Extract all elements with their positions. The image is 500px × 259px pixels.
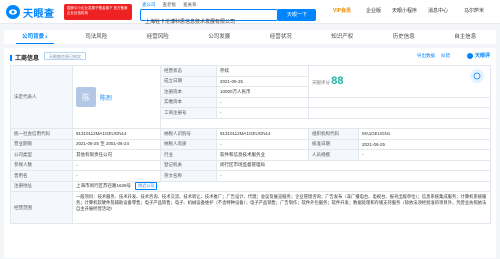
used-name-value: - (72, 170, 161, 182)
authority-label: 登记机关 (160, 159, 217, 171)
avatar: 陈 (76, 87, 96, 107)
insured-value: - (72, 159, 161, 171)
tab-intellectual-property[interactable]: 知识产权 (312, 30, 374, 44)
tax-id-label: 纳税人识别号 (160, 128, 217, 140)
address-label: 注册地址 (10, 180, 73, 192)
tab-judicial-risk[interactable]: 司法风险 (66, 30, 128, 44)
legal-rep-name[interactable]: 陈烈 (100, 93, 112, 102)
company-type-label: 公司类型 (10, 149, 73, 161)
blank-cell (307, 96, 492, 108)
found-date-value: 2021-06-25 (216, 75, 309, 87)
eye-icon (466, 52, 473, 59)
notice-banner[interactable]: 国家中小企业发展子基金旗下 官方备案企业征信机构 (64, 4, 132, 20)
industry-value: 软件和信息技术服务业 (216, 149, 309, 161)
approve-date-label: 核准日期 (308, 138, 359, 150)
taxpayer-label: 纳税人资质 (160, 138, 217, 150)
search-tab-company[interactable]: 查公司 (142, 2, 156, 8)
scope-label: 经营范围 (10, 191, 73, 224)
org-code-label: 组织机构代码 (308, 128, 359, 140)
term-value: 2021-06-25 至 2051-06-24 (72, 138, 161, 150)
nearby-companies-link[interactable]: 附近公司 (135, 182, 158, 191)
tax-id-value: 91310112MA1GEUGN14 (216, 128, 309, 140)
tianyan-brand-label: 天眼评 (474, 53, 490, 59)
english-name-label: 英文名称 (160, 170, 217, 182)
status-label: 经营状态 (160, 65, 217, 77)
mini-program-link[interactable]: 天眼小程序 (392, 7, 417, 14)
score-cell[interactable]: 天眼评分 88 (307, 65, 492, 98)
paid-capital-value: - (216, 96, 309, 108)
credit-code-label: 统一社会信用代码 (10, 128, 73, 140)
company-type-value: 其他有限责任公司 (72, 149, 161, 161)
found-date-label: 成立日期 (160, 75, 217, 87)
blank-row (159, 117, 492, 129)
staff-size-value: - (357, 149, 492, 161)
tab-operation-status[interactable]: 经营状况 (250, 30, 312, 44)
address-value: 上海市闵行区苏召路1628号 (76, 183, 132, 189)
export-button[interactable]: 导出数据 (417, 53, 435, 59)
score-value: 88 (331, 75, 344, 88)
status-value: 存续 (216, 65, 309, 77)
logo-text: 天眼查 (23, 8, 55, 20)
card-tools: 导出数据 纠错 (417, 53, 450, 59)
paid-capital-label: 实缴资本 (160, 96, 217, 108)
search-box (140, 9, 278, 27)
vip-link[interactable]: VIP会员 (333, 7, 351, 14)
reg-no-value: - (216, 107, 309, 119)
credit-code-value: 91310112MA1GEUGN14 (72, 128, 161, 140)
blank-cell (307, 107, 492, 119)
search-button[interactable]: 天眼一下 (278, 9, 316, 21)
tab-business-risk[interactable]: 经营风险 (127, 30, 189, 44)
term-label: 营业期限 (10, 138, 73, 150)
logo[interactable]: 天眼查 (6, 4, 58, 20)
tab-history[interactable]: 历史信息 (373, 30, 435, 44)
search-input[interactable] (141, 16, 277, 27)
business-info-card: 工商信息 天眼查信息已核实 导出数据 纠错 天眼评 法定代表人 陈 陈烈 经营状… (4, 48, 496, 258)
taxpayer-value: - (216, 138, 309, 150)
legal-rep-cell: 陈 陈烈 (72, 65, 161, 129)
correct-button[interactable]: 纠错 (441, 53, 450, 59)
capital-label: 注册资本 (160, 86, 217, 98)
score-badge-icon (470, 69, 485, 83)
verified-badge: 天眼查信息已核实 (44, 52, 86, 60)
tianyan-brand: 天眼评 (466, 52, 490, 59)
authority-value: 闵行区市场监督管理局 (215, 159, 492, 171)
eye-logo-icon (6, 5, 20, 19)
industry-label: 行业 (160, 149, 217, 161)
search-tab-boss[interactable]: 查老板 (163, 2, 177, 8)
search-tab-relation[interactable]: 查关系 (183, 2, 197, 8)
search-tabs: 查公司 查老板 查关系 (142, 2, 197, 8)
address-cell: 上海市闵行区苏召路1628号 附近公司 (71, 180, 492, 192)
message-center-link[interactable]: 消息中心 (428, 7, 448, 14)
tab-self-info[interactable]: 自主信息 (435, 30, 497, 44)
top-header: 天眼查 国家中小企业发展子基金旗下 官方备案企业征信机构 查公司 查老板 查关系… (0, 0, 500, 27)
reg-no-label: 工商注册号 (160, 107, 217, 119)
user-name[interactable]: 马尔萨米 (464, 7, 484, 14)
org-code-value: MA1GEUGN1 (357, 128, 492, 140)
used-name-label: 曾用名 (10, 170, 73, 182)
card-title: 工商信息 (10, 53, 39, 62)
capital-value: 10000万人民币 (216, 86, 309, 98)
english-name-value: - (215, 170, 492, 182)
scope-value: 一般项目：技术服务、技术开发、技术咨询、技术交流、技术转让、技术推广；广告设计、… (71, 191, 492, 224)
staff-size-label: 人员规模 (308, 149, 359, 161)
approve-date-value: 2021-06-25 (357, 138, 492, 150)
tab-company-background[interactable]: 公司背景3 (4, 30, 66, 44)
tab-company-development[interactable]: 公司发展 (189, 30, 251, 44)
section-tabs: 公司背景3 司法风险 经营风险 公司发展 经营状况 知识产权 历史信息 自主信息 (4, 30, 496, 44)
legal-rep-label: 法定代表人 (10, 65, 73, 129)
insured-label: 参保人数 (10, 159, 73, 171)
score-label: 天眼评分 (312, 80, 330, 86)
info-table: 法定代表人 陈 陈烈 经营状态 存续 天眼评分 88 成立日期 2021-06-… (10, 65, 492, 224)
enterprise-link[interactable]: 企业版 (366, 7, 381, 14)
